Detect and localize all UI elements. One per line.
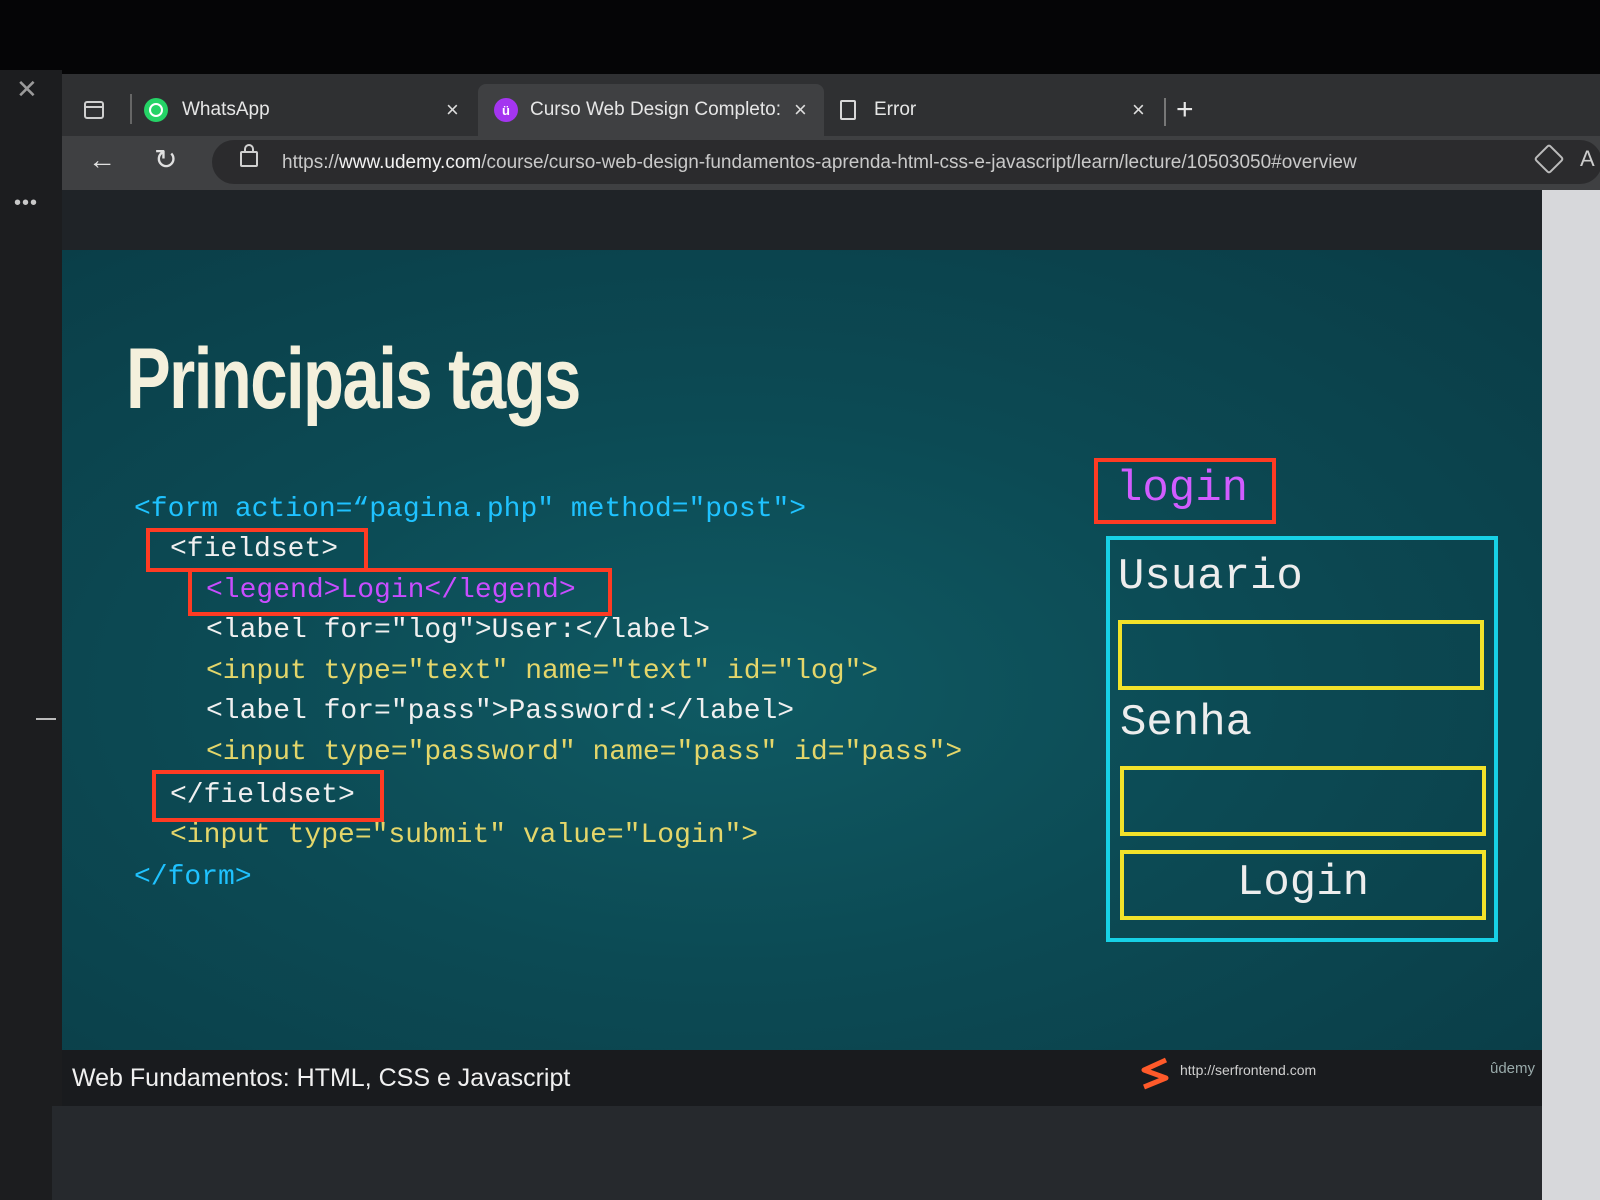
course-name: Web Fundamentos: HTML, CSS e Javascript	[72, 1064, 571, 1092]
highlight-legend	[188, 568, 612, 616]
slide-footer: Web Fundamentos: HTML, CSS e Javascript …	[62, 1050, 1542, 1106]
demo-legend-text: login	[1116, 464, 1249, 514]
tab-strip: WhatsApp × ü Curso Web Design Completo: …	[62, 74, 1600, 136]
code-line-input-password: <input type="password" name="pass" id="p…	[206, 737, 963, 768]
tab-error[interactable]: Error ×	[840, 84, 1160, 136]
page-icon	[840, 100, 856, 120]
reader-mode-icon[interactable]: A	[1580, 146, 1595, 172]
url-prefix: https://	[282, 152, 340, 173]
slide-title: Principais tags	[126, 331, 581, 427]
close-tab-icon[interactable]: ×	[1132, 97, 1145, 123]
tab-actions-icon	[84, 101, 104, 119]
udemy-icon: ü	[494, 98, 518, 122]
tab-label: WhatsApp	[182, 99, 270, 120]
url-path: /course/curso-web-design-fundamentos-apr…	[481, 152, 1357, 173]
url-text[interactable]: https://www.udemy.com/course/curso-web-d…	[282, 152, 1357, 174]
background-window-strip: ✕ •••	[0, 70, 62, 1200]
demo-user-label: Usuario	[1118, 552, 1303, 602]
tab-separator	[1164, 98, 1166, 126]
tab-separator	[130, 94, 132, 124]
demo-submit-label: Login	[1236, 858, 1370, 908]
close-icon[interactable]: ✕	[16, 76, 38, 102]
demo-fieldset: Usuario Senha Login	[1106, 536, 1498, 942]
demo-submit-button: Login	[1120, 850, 1486, 920]
video-controls-area	[52, 1106, 1542, 1200]
close-tab-icon[interactable]: ×	[446, 97, 459, 123]
address-bar[interactable]: https://www.udemy.com/course/curso-web-d…	[212, 140, 1600, 184]
close-tab-icon[interactable]: ×	[794, 97, 807, 123]
code-line-label-user: <label for="log">User:</label>	[206, 615, 711, 646]
lock-icon	[240, 144, 258, 167]
tab-actions-button[interactable]	[84, 84, 124, 136]
highlight-fieldset-open	[146, 528, 368, 572]
demo-pass-input	[1120, 766, 1486, 836]
refresh-icon[interactable]: ↻	[154, 146, 177, 174]
code-line-form-open: <form action=“pagina.php" method="post">	[134, 494, 807, 525]
udemy-watermark: ûdemy	[1490, 1060, 1536, 1077]
code-line-input-text: <input type="text" name="text" id="log">	[206, 656, 879, 687]
code-line-submit: <input type="submit" value="Login">	[170, 820, 759, 851]
site-url: http://serfrontend.com	[1180, 1062, 1317, 1078]
url-domain: www.udemy.com	[339, 152, 482, 173]
serfrontend-logo-icon	[1141, 1057, 1169, 1090]
whatsapp-icon	[144, 98, 168, 122]
address-bar-row: ← ↻ https://www.udemy.com/course/curso-w…	[62, 136, 1600, 190]
demo-user-input	[1118, 620, 1484, 690]
back-arrow-icon[interactable]: ←	[88, 146, 116, 174]
more-icon[interactable]: •••	[14, 192, 38, 215]
tab-udemy-course[interactable]: ü Curso Web Design Completo: HT ×	[478, 84, 824, 136]
new-tab-button[interactable]: +	[1176, 84, 1206, 136]
code-line-label-pass: <label for="pass">Password:</label>	[206, 696, 795, 727]
tab-label: Curso Web Design Completo: HT	[530, 99, 780, 120]
demo-legend-box: login	[1094, 458, 1276, 524]
highlight-fieldset-close	[152, 770, 384, 822]
demo-pass-label: Senha	[1120, 698, 1253, 748]
code-line-form-close: </form>	[134, 862, 252, 893]
tab-label: Error	[874, 99, 917, 120]
tab-whatsapp[interactable]: WhatsApp ×	[144, 84, 474, 136]
page-scroll-edge	[1542, 190, 1600, 1200]
divider	[36, 718, 56, 720]
